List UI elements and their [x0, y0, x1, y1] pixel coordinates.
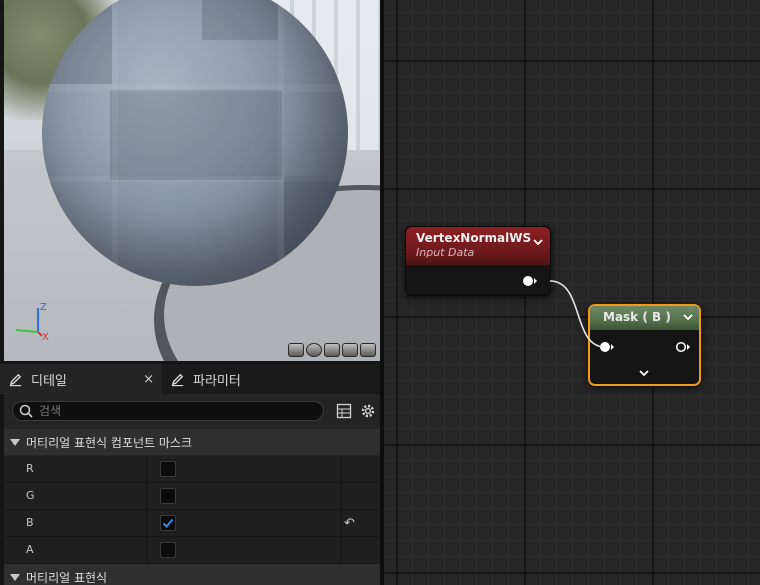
input-pin-icon[interactable] [599, 341, 615, 353]
reset-to-default-icon[interactable]: ↶ [344, 516, 355, 531]
pencil-icon [9, 373, 22, 386]
gear-icon[interactable] [359, 402, 377, 420]
tab-parameters[interactable]: 파라미터 [162, 364, 249, 394]
search-input[interactable] [39, 402, 319, 420]
pencil-icon [171, 373, 184, 386]
search-icon [19, 404, 33, 418]
property-row-r: R [4, 456, 380, 483]
table-view-icon[interactable] [336, 403, 352, 419]
output-pin-icon[interactable] [522, 275, 538, 287]
output-pin-icon[interactable] [675, 341, 691, 353]
b-checkbox[interactable] [160, 515, 176, 531]
tab-parameters-label: 파라미터 [193, 373, 241, 389]
section-title: 머티리얼 표현식 컴포넌트 마스크 [26, 435, 193, 450]
plane-icon[interactable] [324, 343, 340, 357]
tab-details[interactable]: 디테일 × [0, 364, 162, 394]
section-component-mask[interactable]: 머티리얼 표현식 컴포넌트 마스크 [4, 429, 380, 455]
collapse-arrow-icon [10, 438, 20, 446]
check-icon [162, 518, 174, 528]
sphere-icon[interactable] [306, 343, 322, 357]
section-material-expression[interactable]: 머티리얼 표현식 [4, 564, 380, 585]
close-icon[interactable]: × [143, 372, 154, 387]
preview-viewport[interactable]: Z X [4, 0, 380, 361]
tab-details-label: 디테일 [31, 373, 67, 389]
panel-tabs: 디테일 × 파라미터 [0, 364, 382, 394]
axis-gizmo-icon: Z X [15, 302, 49, 342]
property-row-g: G [4, 483, 380, 510]
property-label: G [26, 489, 35, 502]
material-graph[interactable]: VertexNormalWS Input Data Mask ( B ) [384, 0, 760, 585]
property-row-a: A [4, 537, 380, 564]
chevron-down-icon[interactable] [682, 312, 694, 322]
cube-icon[interactable] [342, 343, 358, 357]
preview-sphere [42, 0, 348, 286]
g-checkbox[interactable] [160, 488, 176, 504]
axis-x-label: X [42, 332, 49, 342]
section-title: 머티리얼 표현식 [26, 570, 108, 585]
material-editor: Z X 디테일 × 파라미터 머티리얼 [0, 0, 760, 585]
node-header: VertexNormalWS Input Data [406, 227, 550, 265]
node-title: VertexNormalWS [416, 231, 532, 245]
node-component-mask[interactable]: Mask ( B ) [588, 304, 701, 386]
a-checkbox[interactable] [160, 542, 176, 558]
property-label: A [26, 543, 34, 556]
node-vertex-normal-ws[interactable]: VertexNormalWS Input Data [405, 226, 551, 296]
chevron-down-icon[interactable] [638, 368, 650, 378]
chevron-down-icon[interactable] [532, 237, 544, 247]
node-subtitle: Input Data [416, 246, 475, 259]
property-row-b: B ↶ [4, 510, 380, 537]
preview-mesh-toolbar [288, 343, 376, 357]
cylinder-icon[interactable] [288, 343, 304, 357]
property-label: R [26, 462, 34, 475]
search-box[interactable] [12, 401, 324, 421]
teapot-icon[interactable] [360, 343, 376, 357]
property-label: B [26, 516, 34, 529]
collapse-arrow-icon [10, 573, 20, 581]
details-panel: 머티리얼 표현식 컴포넌트 마스크 R G B ↶ A 머티리얼 [4, 394, 380, 585]
r-checkbox[interactable] [160, 461, 176, 477]
axis-z-label: Z [40, 302, 47, 313]
